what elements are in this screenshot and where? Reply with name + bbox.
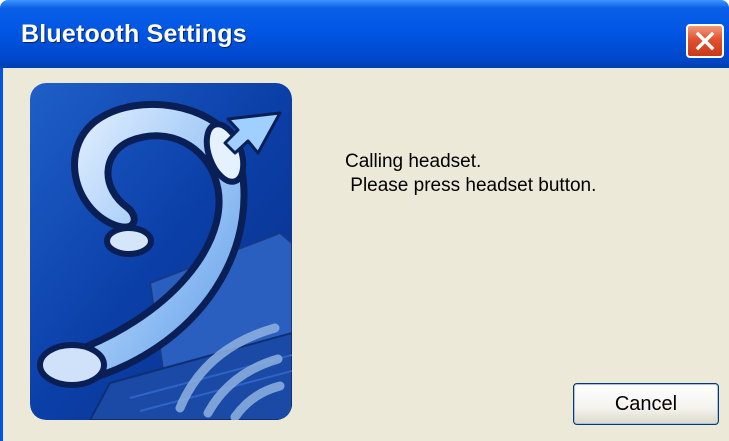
title-bar[interactable]: Bluetooth Settings: [0, 0, 729, 68]
bluetooth-settings-dialog: Bluetooth Settings Calling headset. Plea…: [0, 0, 729, 441]
cancel-button[interactable]: Cancel: [573, 383, 719, 425]
message-line-1: Calling headset.: [345, 151, 482, 172]
close-icon: [695, 31, 715, 51]
window-title: Bluetooth Settings: [21, 20, 247, 48]
status-message: Calling headset. Please press headset bu…: [345, 150, 596, 198]
bluetooth-headset-illustration: [30, 83, 292, 420]
close-button[interactable]: [686, 24, 724, 58]
message-line-2: Please press headset button.: [345, 175, 597, 196]
